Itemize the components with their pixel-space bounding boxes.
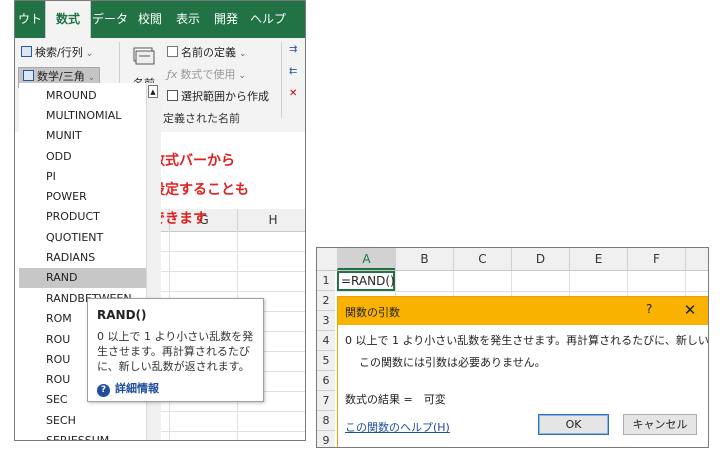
lookup-label: 検索/行列 bbox=[35, 46, 83, 59]
tooltip-title: RAND() bbox=[97, 308, 147, 322]
scroll-up-icon[interactable]: ▲ bbox=[148, 85, 158, 98]
row-header-4[interactable]: 4 bbox=[317, 331, 335, 351]
column-header-c[interactable]: C bbox=[453, 248, 511, 270]
column-header[interactable] bbox=[685, 248, 708, 270]
cancel-button[interactable]: キャンセル bbox=[623, 414, 697, 435]
dropdown-item-multinomial[interactable]: MULTINOMIAL bbox=[19, 106, 147, 126]
annotation-line: 設定することも bbox=[151, 182, 249, 198]
row-header-6[interactable]: 6 bbox=[317, 371, 335, 391]
tab-formulas[interactable]: 数式 bbox=[45, 1, 91, 38]
function-tooltip: RAND() 0 以上で 1 より小さい乱数を発生させます。再計算されるたびに、… bbox=[87, 298, 264, 402]
grid-line bbox=[511, 271, 512, 296]
dropdown-item-radians[interactable]: RADIANS bbox=[19, 248, 147, 268]
chevron-down-icon: ⌄ bbox=[87, 73, 96, 83]
row-header-5[interactable]: 5 bbox=[317, 351, 335, 371]
column-header-d[interactable]: D bbox=[511, 248, 569, 270]
use-in-formula-label: 数式で使用 bbox=[180, 68, 236, 81]
grid-line bbox=[685, 271, 686, 296]
create-from-selection-label: 選択範囲から作成 bbox=[181, 90, 269, 103]
dropdown-item-product[interactable]: PRODUCT bbox=[19, 207, 147, 227]
chevron-down-icon: ⌄ bbox=[238, 71, 246, 81]
row-header-2[interactable]: 2 bbox=[317, 291, 335, 311]
excel-ribbon-panel: ウト 数式 データ 校閲 表示 開発 ヘルプ 検索/行列 ⌄ 数学/三角 ⌄ 名前 … bbox=[14, 0, 306, 441]
tag-icon bbox=[167, 46, 178, 57]
name-manager-icon bbox=[133, 47, 155, 65]
dialog-title: 関数の引数 bbox=[345, 306, 400, 319]
annotation-line: できます bbox=[151, 211, 207, 227]
row-header-8[interactable]: 8 bbox=[317, 411, 335, 431]
row-header-3[interactable]: 3 bbox=[317, 311, 335, 331]
function-help-link[interactable]: この関数のヘルプ(H) bbox=[345, 419, 450, 435]
row-header-9[interactable]: 9 bbox=[317, 431, 335, 447]
grid-line bbox=[395, 271, 396, 296]
dropdown-item-odd[interactable]: ODD bbox=[19, 147, 147, 167]
annotation-line: 数式バーから bbox=[151, 153, 235, 169]
close-icon[interactable]: ✕ bbox=[678, 299, 702, 321]
tooltip-more-info-link[interactable]: ? 詳細情報 bbox=[97, 380, 159, 397]
tab-data[interactable]: データ bbox=[89, 1, 131, 38]
ok-button[interactable]: OK bbox=[538, 414, 609, 435]
grid-line bbox=[149, 271, 305, 272]
help-icon: ? bbox=[97, 384, 110, 397]
dropdown-item-seriessum[interactable]: SERIESSUM bbox=[19, 431, 147, 440]
select-all-corner[interactable] bbox=[317, 248, 337, 270]
grid-line bbox=[149, 251, 305, 252]
grid-line bbox=[149, 431, 305, 432]
column-header-b[interactable]: B bbox=[395, 248, 453, 270]
function-arguments-dialog: 関数の引数 ? ✕ 0 以上で 1 より小さい乱数を発生させます。再計算されるた… bbox=[337, 296, 709, 447]
tab-layout[interactable]: ウト bbox=[15, 1, 45, 38]
column-header-e[interactable]: E bbox=[569, 248, 627, 270]
row-header-1[interactable]: 1 bbox=[317, 271, 335, 291]
formula-result: 数式の結果 = 可変 bbox=[345, 393, 446, 406]
dropdown-item-rand[interactable]: RAND bbox=[19, 268, 147, 288]
define-name-label: 名前の定義 bbox=[181, 46, 236, 59]
dropdown-item-munit[interactable]: MUNIT bbox=[19, 126, 147, 146]
ribbon-separator bbox=[281, 42, 282, 118]
math-icon bbox=[23, 70, 34, 81]
grid-icon bbox=[167, 90, 178, 101]
tab-developer[interactable]: 開発 bbox=[207, 1, 245, 38]
column-header-f[interactable]: F bbox=[627, 248, 685, 270]
defined-names-group-label: 定義された名前 bbox=[163, 112, 240, 125]
more-info-label: 詳細情報 bbox=[115, 382, 159, 395]
dropdown-item-sech[interactable]: SECH bbox=[19, 411, 147, 431]
dropdown-item-mround[interactable]: MROUND bbox=[19, 86, 147, 106]
lookup-reference-button[interactable]: 検索/行列 ⌄ bbox=[21, 44, 93, 60]
grid-line bbox=[149, 291, 305, 292]
grid-line bbox=[337, 291, 708, 292]
chevron-down-icon: ⌄ bbox=[239, 49, 247, 59]
trace-dependents-icon[interactable]: ⇇ bbox=[289, 66, 297, 77]
lookup-icon bbox=[21, 46, 32, 57]
dialog-description: 0 以上で 1 より小さい乱数を発生させます。再計算されるたびに、新しい乱数が返… bbox=[345, 334, 709, 347]
dropdown-item-pi[interactable]: PI bbox=[19, 167, 147, 187]
fx-icon: ƒx bbox=[167, 68, 178, 81]
trace-precedents-icon[interactable]: ⇉ bbox=[289, 44, 297, 55]
tooltip-description: 0 以上で 1 より小さい乱数を発生させます。再計算されるたびに、新しい乱数が返… bbox=[97, 330, 254, 373]
annotation-callout: 数式バーから 設定することも できます bbox=[151, 147, 249, 234]
define-name-button[interactable]: 名前の定義 ⌄ bbox=[167, 44, 247, 60]
grid-line bbox=[569, 271, 570, 296]
dialog-no-args-text: この関数には引数は必要ありません。 bbox=[359, 356, 546, 369]
column-header-a[interactable]: A bbox=[337, 248, 395, 270]
grid-line bbox=[627, 271, 628, 296]
spreadsheet-panel: A B C D E F 1 2 3 4 5 6 7 8 9 =RAND() 関数… bbox=[316, 247, 709, 448]
help-button[interactable]: ? bbox=[646, 302, 652, 316]
dropdown-item-power[interactable]: POWER bbox=[19, 187, 147, 207]
tab-view[interactable]: 表示 bbox=[169, 1, 207, 38]
tab-help[interactable]: ヘルプ bbox=[245, 1, 291, 38]
math-label: 数学/三角 bbox=[37, 70, 85, 83]
chevron-down-icon: ⌄ bbox=[85, 49, 94, 59]
create-from-selection-button[interactable]: 選択範囲から作成 bbox=[167, 88, 269, 104]
tab-review[interactable]: 校閲 bbox=[131, 1, 169, 38]
dropdown-item-quotient[interactable]: QUOTIENT bbox=[19, 228, 147, 248]
grid-line bbox=[149, 411, 305, 412]
ribbon-tab-bar: ウト 数式 データ 校閲 表示 開発 ヘルプ bbox=[15, 1, 305, 38]
column-header-bar: A B C D E F bbox=[317, 248, 708, 271]
cell-a1[interactable]: =RAND() bbox=[337, 271, 395, 291]
grid-line bbox=[453, 271, 454, 296]
remove-arrows-icon[interactable]: ✕ bbox=[289, 88, 297, 99]
row-header-7[interactable]: 7 bbox=[317, 391, 335, 411]
use-in-formula-button[interactable]: ƒx 数式で使用 ⌄ bbox=[167, 66, 246, 82]
